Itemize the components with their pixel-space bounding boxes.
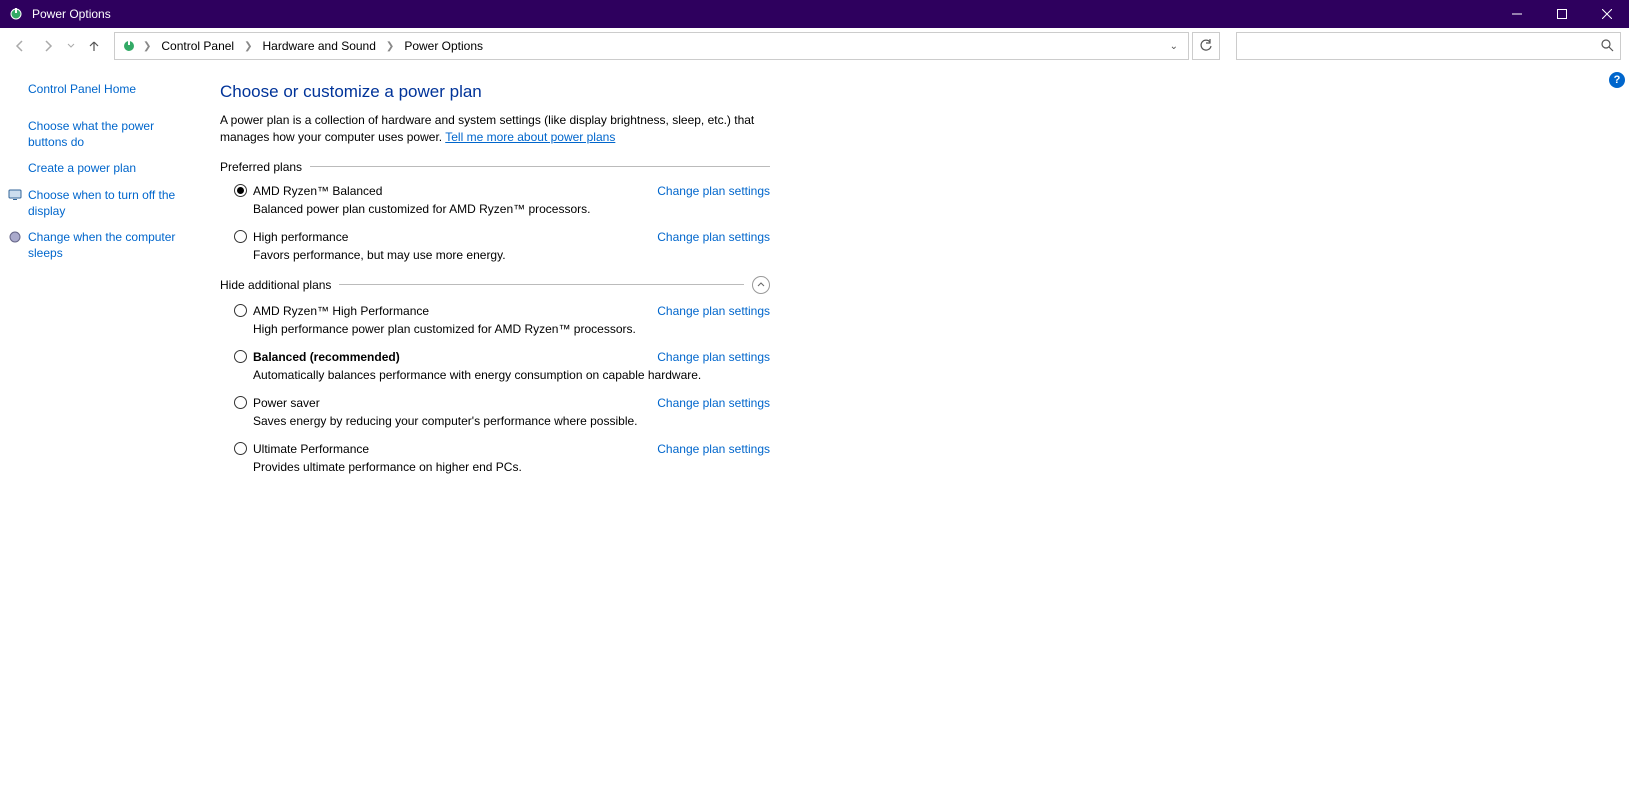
tell-me-more-link[interactable]: Tell me more about power plans xyxy=(445,130,615,144)
main-content: Choose or customize a power plan A power… xyxy=(200,64,790,801)
up-button[interactable] xyxy=(82,34,106,58)
plan-desc: Automatically balances performance with … xyxy=(253,368,770,382)
collapse-toggle[interactable] xyxy=(752,276,770,294)
plan-high-performance: High performance Change plan settings Fa… xyxy=(234,230,770,262)
sidebar-task-create-plan[interactable]: Create a power plan xyxy=(28,160,190,176)
additional-plans-header: Hide additional plans xyxy=(220,276,770,294)
window-title: Power Options xyxy=(32,7,111,21)
plan-name[interactable]: High performance xyxy=(253,230,657,244)
plan-desc: Saves energy by reducing your computer's… xyxy=(253,414,770,428)
plan-name[interactable]: Power saver xyxy=(253,396,657,410)
plan-desc: High performance power plan customized f… xyxy=(253,322,770,336)
control-panel-home-link[interactable]: Control Panel Home xyxy=(28,82,190,96)
plan-amd-balanced: AMD Ryzen™ Balanced Change plan settings… xyxy=(234,184,770,216)
minimize-button[interactable] xyxy=(1494,0,1539,28)
change-plan-settings-link[interactable]: Change plan settings xyxy=(657,350,770,364)
refresh-button[interactable] xyxy=(1192,32,1220,60)
plan-radio[interactable] xyxy=(234,304,247,317)
search-box[interactable] xyxy=(1236,32,1621,60)
sidebar: Control Panel Home Choose what the power… xyxy=(0,64,200,801)
plan-amd-high-performance: AMD Ryzen™ High Performance Change plan … xyxy=(234,304,770,336)
page-title: Choose or customize a power plan xyxy=(220,82,770,102)
location-icon xyxy=(121,38,137,54)
sidebar-task-computer-sleeps[interactable]: Change when the computer sleeps xyxy=(10,229,190,261)
plan-desc: Favors performance, but may use more ene… xyxy=(253,248,770,262)
divider xyxy=(339,284,744,285)
chevron-right-icon[interactable]: ❯ xyxy=(384,41,396,52)
app-icon xyxy=(8,6,24,22)
plan-name[interactable]: Balanced (recommended) xyxy=(253,350,657,364)
breadcrumb-seg-3[interactable]: Power Options xyxy=(400,39,487,53)
search-input[interactable] xyxy=(1243,39,1600,53)
plan-power-saver: Power saver Change plan settings Saves e… xyxy=(234,396,770,428)
section-label: Preferred plans xyxy=(220,160,302,174)
plan-desc: Balanced power plan customized for AMD R… xyxy=(253,202,770,216)
change-plan-settings-link[interactable]: Change plan settings xyxy=(657,304,770,318)
preferred-plans-header: Preferred plans xyxy=(220,160,770,174)
plan-radio[interactable] xyxy=(234,442,247,455)
close-button[interactable] xyxy=(1584,0,1629,28)
help-button[interactable]: ? xyxy=(1609,72,1625,88)
titlebar: Power Options xyxy=(0,0,1629,28)
breadcrumb-seg-2[interactable]: Hardware and Sound xyxy=(259,39,380,53)
plan-name[interactable]: AMD Ryzen™ Balanced xyxy=(253,184,657,198)
chevron-right-icon[interactable]: ❯ xyxy=(141,41,153,52)
change-plan-settings-link[interactable]: Change plan settings xyxy=(657,396,770,410)
forward-button[interactable] xyxy=(36,34,60,58)
plan-radio[interactable] xyxy=(234,350,247,363)
chevron-right-icon[interactable]: ❯ xyxy=(242,41,254,52)
change-plan-settings-link[interactable]: Change plan settings xyxy=(657,442,770,456)
plan-radio[interactable] xyxy=(234,396,247,409)
plan-name[interactable]: Ultimate Performance xyxy=(253,442,657,456)
back-button[interactable] xyxy=(8,34,32,58)
search-icon[interactable] xyxy=(1600,38,1614,55)
display-icon xyxy=(8,188,22,202)
intro-text: A power plan is a collection of hardware… xyxy=(220,112,770,146)
plan-balanced: Balanced (recommended) Change plan setti… xyxy=(234,350,770,382)
address-bar[interactable]: ❯ Control Panel ❯ Hardware and Sound ❯ P… xyxy=(114,32,1189,60)
navbar: ❯ Control Panel ❯ Hardware and Sound ❯ P… xyxy=(0,28,1629,64)
plan-ultimate-performance: Ultimate Performance Change plan setting… xyxy=(234,442,770,474)
address-dropdown[interactable]: ⌄ xyxy=(1166,41,1182,52)
plan-radio[interactable] xyxy=(234,184,247,197)
breadcrumb-seg-1[interactable]: Control Panel xyxy=(157,39,238,53)
sidebar-task-power-buttons[interactable]: Choose what the power buttons do xyxy=(28,118,190,150)
change-plan-settings-link[interactable]: Change plan settings xyxy=(657,184,770,198)
plan-radio[interactable] xyxy=(234,230,247,243)
maximize-button[interactable] xyxy=(1539,0,1584,28)
moon-icon xyxy=(8,230,22,244)
section-label: Hide additional plans xyxy=(220,278,331,292)
plan-desc: Provides ultimate performance on higher … xyxy=(253,460,770,474)
change-plan-settings-link[interactable]: Change plan settings xyxy=(657,230,770,244)
plan-name[interactable]: AMD Ryzen™ High Performance xyxy=(253,304,657,318)
sidebar-task-label: Change when the computer sleeps xyxy=(28,230,175,260)
sidebar-task-label: Choose when to turn off the display xyxy=(28,188,175,218)
sidebar-task-turn-off-display[interactable]: Choose when to turn off the display xyxy=(10,187,190,219)
divider xyxy=(310,166,770,167)
recent-dropdown[interactable] xyxy=(64,34,78,58)
